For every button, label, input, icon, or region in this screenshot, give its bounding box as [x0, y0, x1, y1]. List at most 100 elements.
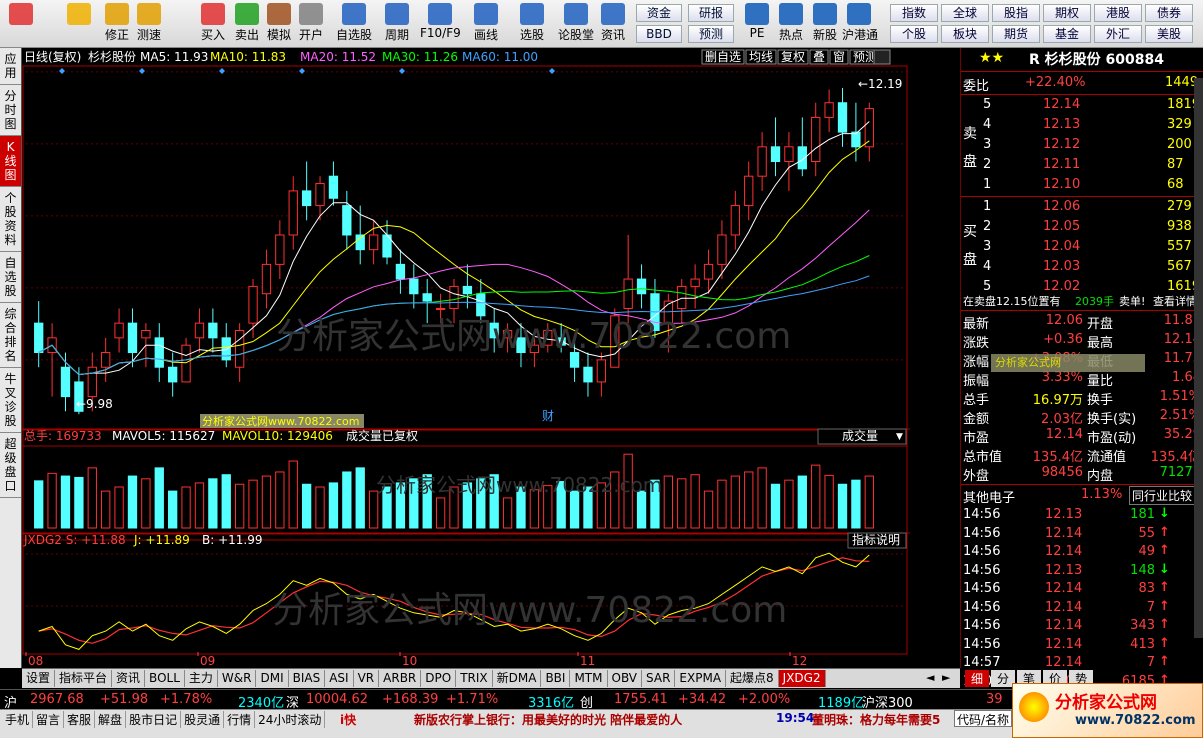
market-button[interactable]: 全球 [941, 4, 989, 22]
indicator-tab[interactable]: JXDG2 [778, 670, 826, 687]
stat-value: 135.4亿 [1150, 450, 1201, 465]
indicator-tab[interactable]: VR [354, 670, 380, 687]
toolbar-screen-button[interactable]: 选股 [512, 3, 552, 45]
market-button[interactable]: 指数 [890, 4, 938, 22]
kline-chart-svg[interactable]: 12.3111.8211.3310.8410.35日线(复权)杉杉股份MA5: … [22, 48, 956, 668]
market-button[interactable]: 美股 [1145, 25, 1193, 43]
status-link[interactable]: 留言 [33, 711, 65, 728]
indicator-tab[interactable]: BIAS [289, 670, 326, 687]
toolbar-newstock-button[interactable]: 新股 [808, 3, 842, 45]
toolbar-clock-button[interactable]: 测速 [134, 3, 164, 45]
indicator-tab[interactable]: 起爆点8 [726, 670, 779, 687]
finance-marker[interactable]: 财 [542, 409, 554, 423]
indicator-tab[interactable]: 资讯 [112, 670, 146, 687]
market-button[interactable]: 股指 [992, 4, 1040, 22]
left-tab[interactable]: 超级盘口 [0, 433, 21, 498]
toolbar-period-button[interactable]: 周期 [378, 3, 416, 45]
toolbar-news-button[interactable]: 资讯 [598, 3, 628, 45]
left-tab[interactable]: 应用 [0, 48, 21, 85]
app-grid-button[interactable] [4, 3, 38, 45]
left-tab[interactable]: K线图 [0, 136, 21, 187]
market-button[interactable]: 个股 [890, 25, 938, 43]
toolbar-sell-button[interactable]: 卖出 [232, 3, 262, 45]
stat-value: 12.06 [1045, 313, 1083, 328]
news-headline-2[interactable]: 董明珠：格力每年需要5 [812, 711, 940, 728]
indicator-tab[interactable]: 新DMA [493, 670, 542, 687]
volume-bar [342, 471, 352, 529]
status-link[interactable]: 客服 [64, 711, 96, 728]
chart-next-arrow-icon[interactable] [873, 49, 891, 65]
sz-index[interactable]: 10004.62 [306, 692, 368, 707]
code-search-input[interactable]: 代码/名称 [954, 710, 1012, 727]
tab-scroll-left-icon[interactable]: ◄ [926, 671, 934, 684]
indicator-tab[interactable]: MTM [570, 670, 608, 687]
market-button[interactable]: 期货 [992, 25, 1040, 43]
market-button[interactable]: 期权 [1043, 4, 1091, 22]
toolbar-forum-button[interactable]: 论股堂 [556, 3, 596, 45]
candle-body [811, 116, 821, 163]
indicator-tab[interactable]: DMI [256, 670, 289, 687]
tab-scroll-right-icon[interactable]: ► [942, 671, 950, 684]
left-tab[interactable]: 自选股 [0, 252, 21, 303]
favorite-stars-icon[interactable]: ★★ [979, 50, 1004, 66]
toolbar-star-folder-button[interactable]: 自选股 [334, 3, 374, 45]
indicator-tab[interactable]: ASI [325, 670, 354, 687]
indicator-tab[interactable]: 主力 [185, 670, 218, 687]
left-tab[interactable]: 综合排名 [0, 303, 21, 368]
cy-index[interactable]: 1755.41 [614, 692, 668, 707]
toolbar-f10-button[interactable]: F10/F9 [420, 3, 461, 45]
status-link[interactable]: 手机 [2, 711, 34, 728]
indicator-tab[interactable]: DPO [421, 670, 457, 687]
sh-index[interactable]: 2967.68 [30, 692, 84, 707]
tick-price: 12.14 [1045, 599, 1083, 615]
sector-compare-button[interactable]: 同行业比较 [1129, 486, 1196, 505]
indicator-tab[interactable]: BOLL [145, 670, 185, 687]
indicator-tab[interactable]: 指标平台 [55, 670, 113, 687]
news-headline-1[interactable]: 新版农行掌上银行：用最美好的时光 陪伴最爱的人 [414, 711, 682, 728]
toolbar-edit-button[interactable]: 修正 [102, 3, 132, 45]
back-arrow-button[interactable] [62, 3, 96, 45]
toolbar-mid-button[interactable]: 预测 [688, 25, 734, 43]
market-button[interactable]: 板块 [941, 25, 989, 43]
toolbar-pe-button[interactable]: PE [740, 3, 774, 45]
quote-tab[interactable]: 细 [965, 670, 990, 687]
market-button[interactable]: 港股 [1094, 4, 1142, 22]
indicator-tab[interactable]: W&R [218, 670, 257, 687]
indicator-tab[interactable]: EXPMA [675, 670, 727, 687]
hs300-index[interactable]: 39 [986, 692, 1003, 707]
indicator-tab[interactable]: SAR [642, 670, 676, 687]
toolbar-buy-button[interactable]: 买入 [198, 3, 228, 45]
right-scrollbar[interactable] [1194, 78, 1203, 638]
toolbar-hammer-button[interactable]: 模拟 [264, 3, 294, 45]
left-tab[interactable]: 个股资料 [0, 187, 21, 252]
sector-pct: 1.13% [1081, 487, 1123, 502]
toolbar-mid-button[interactable]: BBD [636, 25, 682, 43]
kline-chart-area[interactable]: 12.3111.8211.3310.8410.35日线(复权)杉杉股份MA5: … [22, 48, 956, 668]
left-tab[interactable]: 分时图 [0, 85, 21, 136]
status-link[interactable]: 解盘 [95, 711, 127, 728]
status-link[interactable]: 股市日记 [126, 711, 182, 728]
toolbar-shhk-button[interactable]: 沪港通 [842, 3, 878, 45]
toolbar-mid-button[interactable]: 资金 [636, 4, 682, 22]
tick-time: 14:56 [963, 562, 1001, 578]
toolbar-hot-button[interactable]: 热点 [774, 3, 808, 45]
indicator-tab[interactable]: OBV [608, 670, 643, 687]
toolbar-button-label: PE [749, 26, 765, 40]
indicator-tab[interactable]: TRIX [456, 670, 493, 687]
status-link[interactable]: 24小时滚动 [255, 711, 326, 728]
toolbar-pen-button[interactable]: 画线 [464, 3, 508, 45]
market-button[interactable]: 外汇 [1094, 25, 1142, 43]
status-link[interactable]: 股灵通 [181, 711, 225, 728]
left-tab[interactable]: 牛叉诊股 [0, 368, 21, 433]
indicator-tab[interactable]: 设置 [22, 670, 56, 687]
market-button[interactable]: 债券 [1145, 4, 1193, 22]
view-detail-link[interactable]: 查看详情 [1153, 293, 1197, 309]
indicator-tab[interactable]: BBI [541, 670, 571, 687]
toolbar-mid-button[interactable]: 研报 [688, 4, 734, 22]
indicator-tab[interactable]: ARBR [379, 670, 422, 687]
toolbar-lock-button[interactable]: 开户 [296, 3, 326, 45]
status-link[interactable]: 行情 [224, 711, 256, 728]
quote-row: 2 12.05 938 [961, 218, 1203, 237]
market-button[interactable]: 基金 [1043, 25, 1091, 43]
candle-body [744, 175, 754, 207]
